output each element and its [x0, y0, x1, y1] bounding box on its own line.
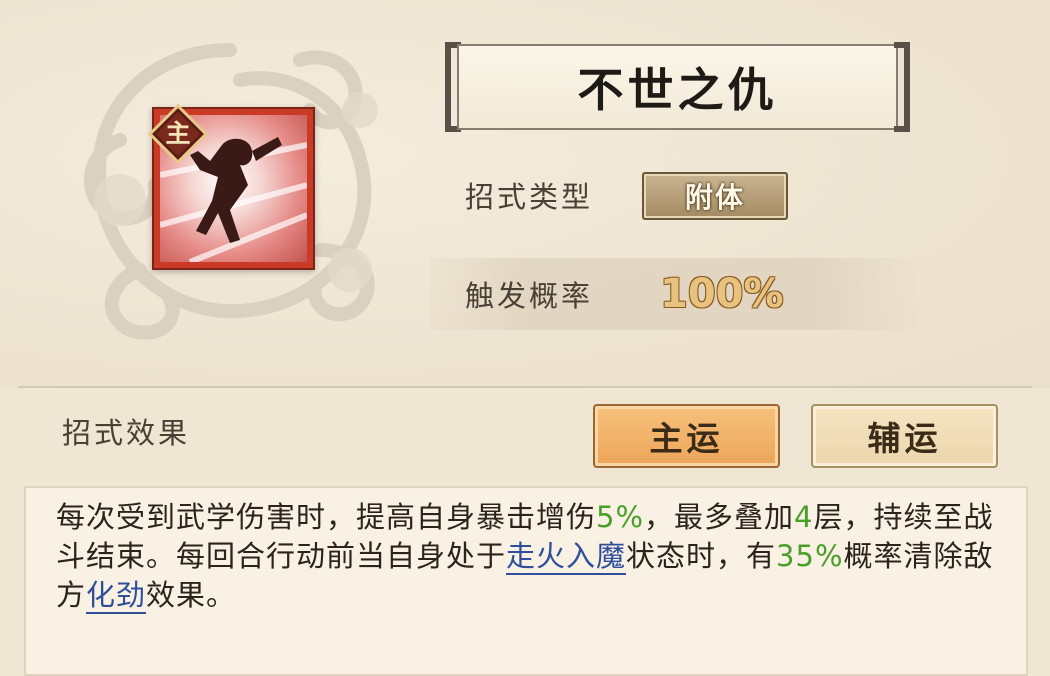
effect-description-panel: 每次受到武学伤害时，提高自身暴击增伤5%，最多叠加4层，持续至战斗结束。每回合行… [24, 486, 1028, 676]
main-badge: 主 [147, 103, 209, 165]
skill-type-badge: 附体 [642, 172, 788, 220]
skill-type-value: 附体 [684, 181, 745, 214]
tab-main-cultivation[interactable]: 主运 [593, 404, 780, 468]
trigger-rate-value: 100% [660, 271, 784, 317]
status-link-zouhuorumo[interactable]: 走火入魔 [506, 539, 627, 575]
title-bracket-right [894, 42, 910, 132]
skill-type-label: 招式类型 [465, 180, 594, 214]
effects-label: 招式效果 [62, 416, 191, 450]
skill-type-row: 招式类型 附体 [430, 160, 910, 230]
skill-name: 不世之仇 [577, 63, 778, 117]
desc-value-max-stacks: 4 [794, 500, 814, 534]
tab-sub-cultivation[interactable]: 辅运 [811, 404, 998, 468]
desc-segment: ，最多叠加 [644, 500, 795, 534]
desc-segment: 效果。 [146, 578, 237, 612]
trigger-rate-row: 触发概率 100% [430, 258, 918, 330]
status-link-huajin[interactable]: 化劲 [86, 578, 147, 614]
desc-segment: 状态时，有 [626, 539, 777, 573]
desc-segment: 每次受到武学伤害时，提高自身暴击增伤 [56, 500, 597, 534]
main-badge-label: 主 [165, 119, 191, 148]
effect-description: 每次受到武学伤害时，提高自身暴击增伤5%，最多叠加4层，持续至战斗结束。每回合行… [56, 498, 1016, 615]
section-divider [18, 386, 1032, 388]
skill-title-plate: 不世之仇 [445, 42, 910, 132]
title-box: 不世之仇 [457, 44, 898, 130]
desc-value-chance: 35% [776, 539, 844, 573]
desc-value-crit-damage: 5% [596, 500, 645, 534]
trigger-rate-label: 触发概率 [465, 279, 594, 313]
